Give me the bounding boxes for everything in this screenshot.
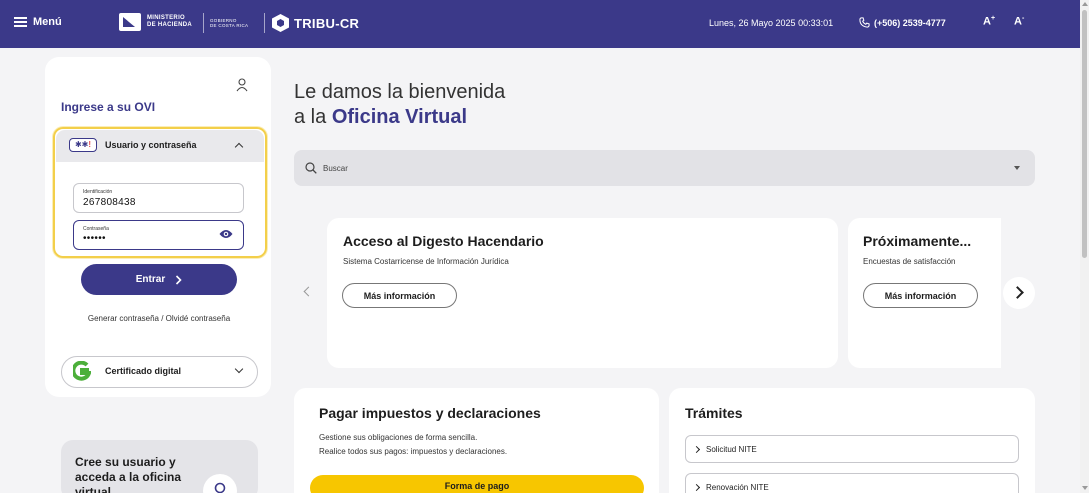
- key-badge-alert: !: [88, 140, 92, 149]
- ministerio-hacienda-logo[interactable]: MINISTERIO DE HACIENDA: [119, 13, 192, 31]
- search-placeholder: Buscar: [323, 164, 348, 173]
- enter-button[interactable]: Entrar: [81, 264, 237, 295]
- user-icon: [214, 482, 226, 493]
- scroll-down-arrow-icon[interactable]: [1082, 486, 1088, 490]
- user-icon[interactable]: [236, 78, 248, 92]
- slide-subtitle: Sistema Costarricense de Información Jur…: [343, 257, 509, 266]
- key-badge-stars: ✱✱: [74, 140, 89, 149]
- welcome-line-2-highlight: Oficina Virtual: [331, 106, 468, 128]
- tribu-hexagon-icon: [272, 14, 289, 32]
- search-bar[interactable]: [294, 150, 1035, 186]
- payments-description: Gestione sus obligaciones de forma senci…: [319, 431, 507, 459]
- hacienda-emblem-icon: [119, 13, 141, 31]
- menu-button[interactable]: Menú: [14, 16, 62, 28]
- phone-number: (+506) 2539-4777: [874, 17, 946, 28]
- page-scrollbar[interactable]: [1080, 0, 1089, 493]
- tribu-cr-logo[interactable]: TRIBU-CR: [272, 14, 359, 32]
- more-info-button[interactable]: Más información: [342, 283, 457, 308]
- payments-desc-line-2: Realice todos sus pagos: impuestos y dec…: [319, 447, 508, 456]
- welcome-line-1: Le damos la bienvenida: [294, 81, 506, 103]
- payments-title: Pagar impuestos y declaraciones: [319, 405, 541, 421]
- enter-label: Entrar: [135, 274, 166, 285]
- ministry-line-1: MINISTERIO: [147, 15, 186, 21]
- carousel-prev-icon[interactable]: [303, 286, 314, 297]
- identification-field[interactable]: Identificación 267808438: [73, 183, 244, 213]
- phone-contact[interactable]: (+506) 2539-4777: [859, 17, 946, 28]
- procedure-item-solicitud-nite[interactable]: Solicitud NITE: [685, 435, 1019, 463]
- procedures-title: Trámites: [685, 405, 743, 421]
- dropdown-caret-icon[interactable]: [1014, 166, 1020, 170]
- font-decrease-button[interactable]: A-: [1014, 15, 1024, 28]
- chevron-right-icon: [176, 274, 182, 285]
- font-decrease-sup: -: [1021, 15, 1025, 22]
- payments-desc-line-1: Gestione sus obligaciones de forma senci…: [319, 433, 478, 442]
- certificate-label: Certificado digital: [105, 366, 182, 376]
- font-increase-button[interactable]: A+: [983, 15, 995, 28]
- font-increase-sup: +: [990, 15, 996, 22]
- payment-method-button[interactable]: Forma de pago: [310, 475, 644, 493]
- welcome-heading: Le damos la bienvenida a la Oficina Virt…: [294, 80, 505, 130]
- ministry-line-2: DE HACIENDA: [147, 22, 192, 28]
- font-increase-label: A: [983, 15, 991, 28]
- search-icon: [305, 162, 317, 174]
- procedure-item-label: Renovación NITE: [706, 483, 769, 492]
- identification-value: 267808438: [83, 197, 136, 208]
- password-value: ••••••: [83, 233, 106, 244]
- create-user-avatar: [203, 474, 237, 493]
- phone-icon: [859, 17, 870, 28]
- eye-icon[interactable]: [219, 229, 233, 239]
- top-navigation-bar: Menú MINISTERIO DE HACIENDA GOBIERNO DE …: [0, 0, 1080, 48]
- password-key-icon: ✱✱!: [69, 138, 97, 152]
- app-name: TRIBU-CR: [294, 15, 360, 31]
- password-label: Contraseña: [83, 226, 109, 232]
- hamburger-icon: [14, 17, 27, 27]
- scroll-up-arrow-icon[interactable]: [1082, 2, 1088, 6]
- divider: [203, 13, 204, 33]
- procedure-item-renovacion-nite[interactable]: Renovación NITE: [685, 473, 1019, 493]
- divider: [264, 13, 265, 33]
- carousel-next-icon[interactable]: [1003, 277, 1035, 309]
- menu-label: Menú: [33, 16, 62, 28]
- more-info-button[interactable]: Más información: [863, 283, 978, 308]
- login-title: Ingrese a su OVI: [61, 100, 156, 114]
- font-decrease-label: A: [1014, 15, 1022, 28]
- password-help-link[interactable]: Generar contraseña / Olvidé contraseña: [53, 314, 265, 323]
- accordion-label: Usuario y contraseña: [105, 140, 197, 150]
- welcome-line-2-prefix: a la: [294, 106, 332, 128]
- slide-title: Acceso al Digesto Hacendario: [343, 233, 544, 249]
- procedure-item-label: Solicitud NITE: [706, 445, 757, 454]
- slide-title: Próximamente...: [863, 233, 972, 249]
- gobierno-logo: GOBIERNO DE COSTA RICA: [210, 18, 248, 28]
- slide-subtitle: Encuestas de satisfacción: [863, 257, 956, 266]
- gov-line-2: DE COSTA RICA: [210, 23, 249, 28]
- current-date-time: Lunes, 26 Mayo 2025 00:33:01: [709, 18, 834, 28]
- identification-label: Identificación: [83, 189, 113, 195]
- certificate-g-icon: [73, 361, 91, 381]
- scroll-thumb[interactable]: [1082, 10, 1087, 258]
- create-user-text: Cree su usuario y acceda a la oficina vi…: [75, 455, 182, 493]
